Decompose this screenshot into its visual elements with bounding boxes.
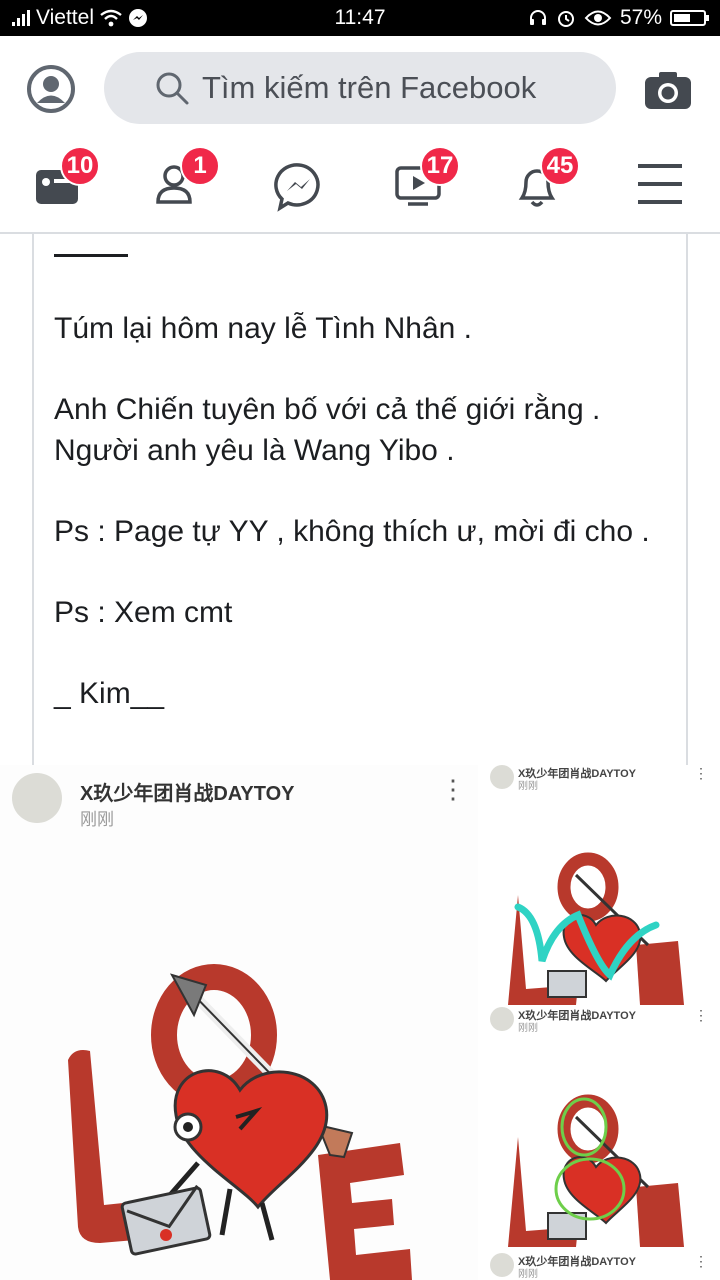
post-paragraph: Anh Chiến tuyên bố với cả thế giới rằng … [54, 393, 601, 467]
text-divider [54, 254, 128, 257]
notifications-badge: 45 [540, 146, 580, 186]
camera-icon[interactable] [644, 70, 692, 110]
tab-notifications[interactable]: 45 [484, 140, 594, 230]
post-card: Túm lại hôm nay lễ Tình Nhân . Anh Chiến… [32, 232, 688, 765]
love-sticker-thumbnail-1 [508, 852, 684, 1005]
battery-percent: 57% [619, 6, 662, 29]
post-image[interactable]: X玖少年团肖战DAYTOY 刚刚 ⋮ X玖少年团肖战DAYTOY 刚刚 ⋮ X玖… [0, 765, 720, 1280]
tab-news-feed[interactable]: 10 [4, 140, 114, 230]
messenger-icon [274, 163, 320, 212]
post-paragraph: Ps : Page tự YY , không thích ư, mời đi … [54, 515, 650, 548]
thumbnail-green-scribble: X玖少年团肖战DAYTOY 刚刚 ⋮ [478, 1007, 720, 1251]
search-placeholder: Tìm kiếm trên Facebook [202, 70, 537, 105]
nav-bar: 10 1 17 45 [0, 140, 720, 234]
top-bar: Tìm kiếm trên Facebook [0, 36, 720, 140]
thumbnail-next: X玖少年团肖战DAYTOY 刚刚 ⋮ [478, 1253, 720, 1280]
battery-icon [670, 10, 709, 26]
thumbnail-time: 刚刚 [518, 1269, 538, 1280]
alarm-icon [557, 11, 574, 27]
post-paragraph: Túm lại hôm nay lễ Tình Nhân . [54, 312, 472, 345]
news-feed-badge: 10 [60, 146, 100, 186]
thumbnail-more-icon: ⋮ [694, 1253, 708, 1269]
eye-icon [584, 10, 612, 26]
love-sticker-image [68, 964, 412, 1280]
tab-friends[interactable]: 1 [124, 140, 234, 230]
love-sticker-thumbnail-2 [508, 1094, 684, 1247]
status-bar: Viettel 11:47 57% [0, 0, 720, 36]
search-bar[interactable]: Tìm kiếm trên Facebook [104, 52, 616, 124]
post-body: Túm lại hôm nay lễ Tình Nhân . Anh Chiến… [54, 308, 664, 754]
hamburger-menu-icon [638, 164, 682, 204]
search-icon [156, 72, 189, 105]
main-screenshot: X玖少年团肖战DAYTOY 刚刚 ⋮ [0, 765, 478, 1280]
tab-watch[interactable]: 17 [364, 140, 474, 230]
friends-badge: 1 [180, 146, 220, 186]
tab-messenger[interactable] [244, 140, 354, 230]
headset-icon [529, 10, 546, 25]
thumbnail-avatar [490, 1253, 514, 1277]
tab-menu[interactable] [606, 140, 716, 230]
thumbnail-teal-scribble: X玖少年团肖战DAYTOY 刚刚 ⋮ [478, 765, 720, 1005]
profile-icon[interactable] [26, 64, 76, 114]
post-paragraph: _ Kim__ [54, 677, 165, 710]
watch-badge: 17 [420, 146, 460, 186]
battery-level-fill [674, 14, 690, 22]
post-paragraph: Ps : Xem cmt [54, 596, 233, 629]
